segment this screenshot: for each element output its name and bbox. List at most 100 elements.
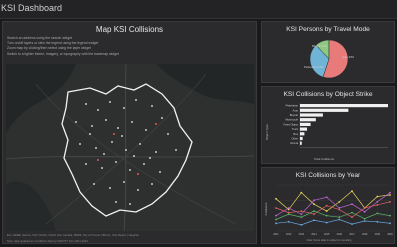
- year-line-chart: Collisions Note: Some data is subject to…: [264, 184, 393, 242]
- series-point: [325, 196, 328, 199]
- x-tick-label: 2012: [286, 233, 292, 236]
- bar: [300, 113, 323, 117]
- bar: [300, 132, 305, 136]
- object-strike-title: KSI Collisions by Object Strike: [283, 91, 373, 98]
- series-point: [376, 195, 379, 198]
- series-point: [363, 217, 366, 220]
- series-point: [351, 203, 353, 206]
- bar-category-label: Fixed Object: [283, 122, 298, 126]
- series-point: [325, 221, 328, 224]
- map-instructions: Search an address using the search widge…: [7, 36, 207, 57]
- x-tick-label: 2018: [362, 233, 368, 236]
- series-point: [313, 203, 315, 206]
- series-point: [363, 207, 366, 209]
- bar: [300, 122, 311, 126]
- series-point: [389, 191, 391, 194]
- series-point: [389, 194, 391, 196]
- series-point: [389, 200, 391, 203]
- bar: [300, 141, 302, 145]
- series-point: [376, 220, 379, 223]
- series-point: [325, 214, 328, 217]
- series-point: [325, 210, 328, 212]
- year-title: KSI Collisions by Year: [295, 172, 361, 179]
- travel-mode-panel: KSI Persons by Travel Mode Bicycle 12% A…: [261, 21, 395, 83]
- series-point: [338, 207, 341, 209]
- series-point: [300, 223, 303, 226]
- series-point: [363, 220, 366, 222]
- series-point: [376, 200, 379, 203]
- bar-category-label: Truck: [292, 127, 299, 131]
- pie-label: Auto 33%: [342, 55, 355, 59]
- series-point: [363, 210, 366, 213]
- bar-category-label: Bus: [294, 132, 299, 136]
- series-point: [300, 210, 303, 212]
- series-point: [351, 190, 353, 193]
- series-point: [389, 222, 391, 225]
- bar: [300, 104, 388, 108]
- series-line: [275, 219, 391, 226]
- series-point: [275, 197, 277, 200]
- y-axis-label: Collisions: [264, 202, 268, 215]
- bar-category-label: Animal: [290, 141, 298, 145]
- series-point: [313, 213, 315, 216]
- series-point: [287, 208, 290, 211]
- x-tick-label: 2011: [273, 233, 279, 236]
- y-axis-label: Object Type: [265, 124, 269, 140]
- x-tick-label: 2019: [375, 233, 381, 236]
- series-point: [389, 214, 391, 217]
- x-tick-label: 2014: [311, 233, 317, 236]
- series-point: [376, 204, 379, 206]
- series-point: [300, 216, 303, 219]
- map-panel: Map KSI Collisions Search an address usi…: [2, 21, 257, 244]
- bar: [300, 136, 303, 141]
- x-tick-label: 2013: [299, 233, 305, 236]
- app-title: KSI Dashboard: [1, 3, 63, 13]
- map-attribution: Esri, HERE, Garmin, FAO, NOAA, USGS, Esr…: [7, 234, 140, 237]
- series-point: [313, 210, 315, 212]
- series-point: [275, 207, 277, 209]
- series-point: [338, 200, 341, 203]
- series-point: [287, 220, 290, 223]
- instruction-line: Switch to a lighter theme, imagery, or t…: [7, 51, 119, 56]
- series-point: [338, 216, 341, 219]
- object-strike-panel: KSI Collisions by Object Strike Object T…: [261, 86, 395, 164]
- x-tick-label: 2015: [324, 233, 330, 236]
- bar-category-label: Other: [292, 137, 299, 141]
- series-point: [376, 212, 379, 215]
- map-footnote: Note: data updated as of collision data …: [7, 240, 88, 243]
- bar-category-label: Motorcycle: [285, 118, 298, 122]
- x-axis-label: Total Collisions: [314, 157, 335, 161]
- bar-category-label: Auto: [293, 108, 299, 112]
- bar: [300, 127, 308, 131]
- series-point: [287, 211, 290, 214]
- series-point: [351, 223, 353, 225]
- bar-category-label: Bicycle: [290, 113, 299, 117]
- series-point: [275, 214, 277, 217]
- x-tick-label: 2020: [387, 233, 393, 236]
- series-point: [300, 191, 303, 194]
- series-point: [313, 199, 315, 202]
- map-title: Map KSI Collisions: [95, 25, 164, 34]
- pie-label: Bicycle 12%: [312, 44, 328, 48]
- series-point: [338, 208, 341, 211]
- x-tick-label: 2017: [349, 233, 355, 236]
- bar: [300, 118, 316, 122]
- x-tick-label: 2016: [337, 233, 343, 236]
- series-point: [287, 207, 290, 209]
- series-point: [313, 219, 315, 222]
- series-point: [275, 222, 277, 225]
- pie-label: Pedestrian 55%: [304, 65, 324, 69]
- series-point: [338, 218, 341, 221]
- top-bar: KSI Dashboard: [0, 0, 397, 19]
- series-point: [351, 211, 353, 214]
- travel-mode-pie: Bicycle 12% Auto 33% Pedestrian 55%: [304, 39, 355, 79]
- map-canvas[interactable]: [5, 63, 255, 232]
- series-line: [275, 190, 391, 212]
- year-footnote: Note: Some data is subject to rounding: [307, 238, 352, 242]
- collision-map[interactable]: [5, 63, 255, 232]
- series-point: [300, 213, 303, 216]
- bar-category-label: Pedestrian: [286, 104, 299, 108]
- series-point: [325, 204, 328, 207]
- series-point: [287, 213, 290, 216]
- object-strike-chart: Object Type Total Collisions PedestrianA…: [265, 103, 388, 161]
